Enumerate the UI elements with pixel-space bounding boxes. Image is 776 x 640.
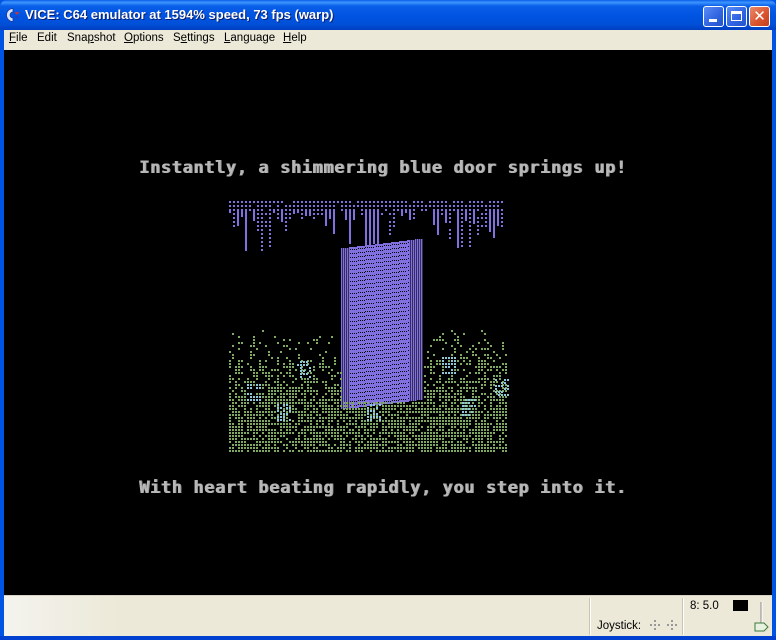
scene-pixels bbox=[229, 201, 509, 452]
window-frame-bottom bbox=[0, 636, 776, 640]
menu-label: Edit bbox=[37, 32, 57, 44]
menu-label: Sna bbox=[67, 32, 88, 44]
menu-label: ile bbox=[16, 32, 28, 44]
menu-label: shot bbox=[93, 32, 116, 44]
menu-mnemonic: F bbox=[9, 32, 17, 44]
window-title: VICE: C64 emulator at 1594% speed, 73 fp… bbox=[25, 7, 334, 22]
menu-label: ttings bbox=[187, 32, 215, 44]
maximize-button[interactable] bbox=[726, 6, 747, 27]
drive-track-indicator: 8: 5.0 bbox=[690, 600, 719, 612]
volume-slider[interactable] bbox=[753, 601, 771, 633]
menu-settings[interactable]: Settings bbox=[173, 32, 215, 44]
menu-label: ptions bbox=[132, 32, 164, 44]
close-button[interactable]: ✕ bbox=[749, 6, 770, 27]
menu-language[interactable]: Language bbox=[224, 32, 275, 44]
story-text-line-2: With heart beating rapidly, you step int… bbox=[139, 478, 627, 498]
scene-image-blue-door bbox=[229, 201, 509, 452]
menu-mnemonic: O bbox=[124, 32, 133, 44]
close-icon: ✕ bbox=[753, 7, 766, 25]
menu-bar: File Edit Snapshot Options Settings Lang… bbox=[4, 30, 772, 50]
story-text-line-1: Instantly, a shimmering blue door spring… bbox=[139, 158, 627, 178]
title-bar[interactable]: VICE: C64 emulator at 1594% speed, 73 fp… bbox=[0, 0, 776, 30]
menu-label: elp bbox=[291, 32, 307, 44]
status-separator bbox=[682, 598, 683, 635]
minimize-icon bbox=[709, 19, 717, 22]
menu-edit[interactable]: Edit bbox=[37, 32, 57, 44]
menu-file[interactable]: File bbox=[9, 32, 28, 44]
status-separator bbox=[589, 598, 590, 635]
joystick-label: Joystick: bbox=[597, 620, 642, 632]
commodore-logo-icon bbox=[6, 8, 20, 22]
vice-window: VICE: C64 emulator at 1594% speed, 73 fp… bbox=[0, 0, 776, 640]
menu-snapshot[interactable]: Snapshot bbox=[67, 32, 116, 44]
minimize-button[interactable] bbox=[703, 6, 724, 27]
joystick-port-2-icon bbox=[667, 620, 677, 630]
menu-help[interactable]: Help bbox=[283, 32, 307, 44]
menu-label: S bbox=[173, 32, 181, 44]
status-bar: Joystick: 8: 5.0 bbox=[4, 595, 772, 636]
menu-label: anguage bbox=[230, 32, 276, 44]
menu-options[interactable]: Options bbox=[124, 32, 164, 44]
emulator-screen[interactable]: Instantly, a shimmering blue door spring… bbox=[4, 50, 772, 595]
maximize-icon bbox=[731, 11, 742, 21]
drive-led bbox=[733, 600, 748, 611]
joystick-port-1-icon bbox=[650, 620, 660, 630]
